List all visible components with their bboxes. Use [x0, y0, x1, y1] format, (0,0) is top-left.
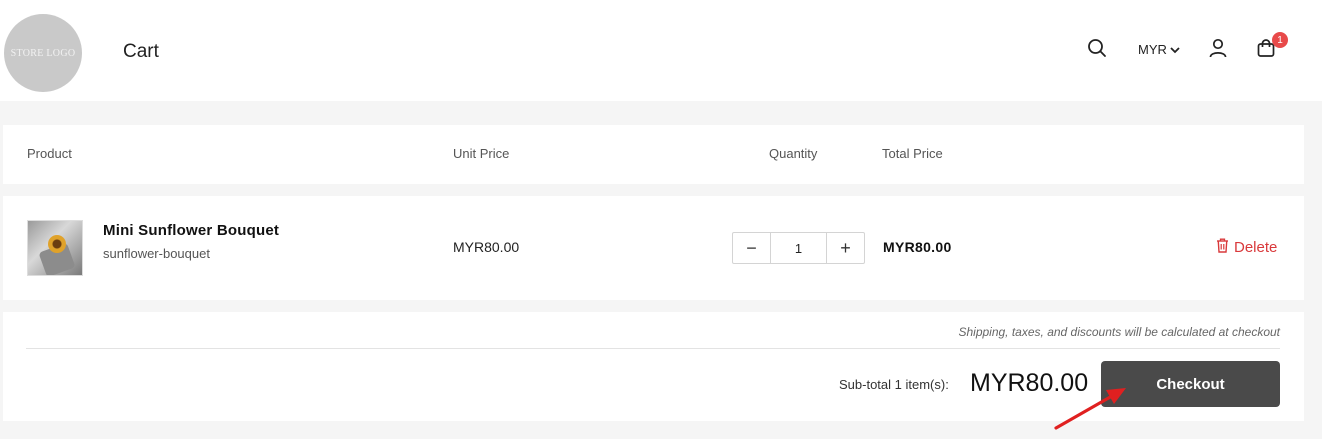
column-total-price: Total Price: [882, 146, 943, 161]
product-name[interactable]: Mini Sunflower Bouquet: [103, 222, 279, 239]
trash-icon: [1216, 238, 1229, 257]
page-title: Cart: [123, 41, 159, 62]
store-logo[interactable]: STORE LOGO: [4, 14, 82, 92]
user-icon[interactable]: [1207, 37, 1229, 59]
cart-table-header: Product Unit Price Quantity Total Price: [3, 125, 1304, 184]
increment-button[interactable]: +: [827, 233, 864, 263]
currency-selector[interactable]: MYR: [1138, 42, 1180, 57]
subtotal-label: Sub-total 1 item(s):: [839, 377, 949, 392]
product-handle: sunflower-bouquet: [103, 246, 210, 261]
summary-divider: [26, 348, 1280, 349]
currency-label: MYR: [1138, 42, 1167, 57]
line-total-price: MYR80.00: [883, 239, 952, 255]
annotation-arrow-icon: [1054, 388, 1126, 430]
column-product: Product: [27, 146, 72, 161]
delete-button[interactable]: Delete: [1216, 238, 1277, 257]
delete-label: Delete: [1234, 239, 1278, 256]
unit-price: MYR80.00: [453, 239, 520, 255]
quantity-stepper: − 1 +: [732, 232, 865, 264]
quantity-input[interactable]: 1: [770, 233, 827, 263]
site-header: STORE LOGO Cart MYR 1: [0, 0, 1322, 101]
cart-count-badge: 1: [1272, 32, 1288, 48]
cart-item-row: Mini Sunflower Bouquet sunflower-bouquet…: [3, 196, 1304, 300]
search-icon[interactable]: [1086, 37, 1108, 59]
product-thumbnail[interactable]: [27, 220, 83, 276]
decrement-button[interactable]: −: [733, 233, 770, 263]
column-unit-price: Unit Price: [453, 146, 510, 161]
checkout-note: Shipping, taxes, and discounts will be c…: [958, 325, 1280, 339]
chevron-down-icon: [1170, 42, 1180, 57]
store-logo-text: STORE LOGO: [10, 47, 76, 59]
column-quantity: Quantity: [769, 146, 818, 161]
